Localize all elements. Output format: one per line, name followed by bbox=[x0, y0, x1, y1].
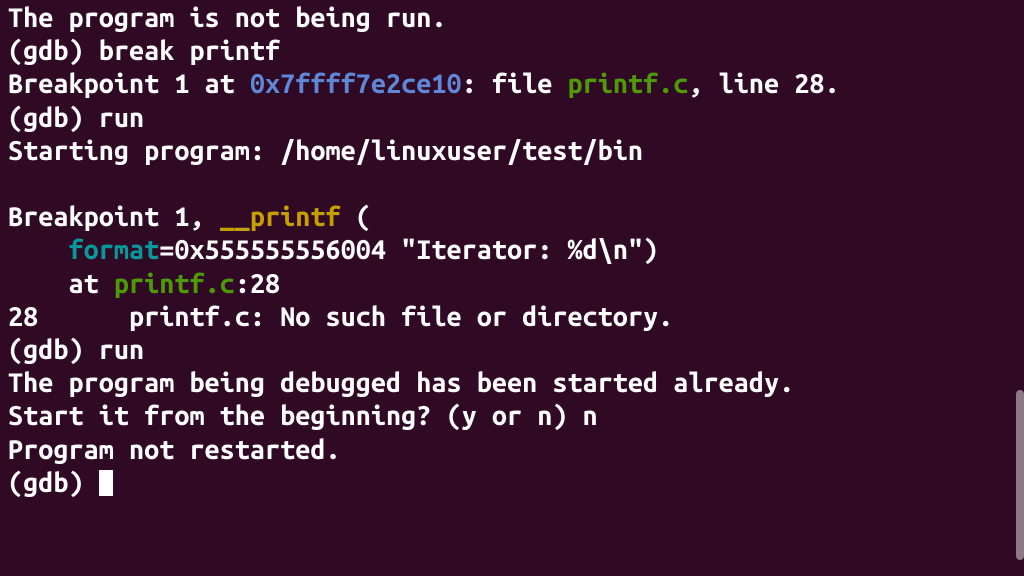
indent bbox=[8, 235, 68, 265]
cmd-run-2: (gdb) run bbox=[8, 334, 1016, 367]
filename: printf.c bbox=[567, 69, 688, 99]
address: 0x7ffff7e2ce10 bbox=[250, 69, 462, 99]
output-starting-program: Starting program: /home/linuxuser/test/b… bbox=[8, 135, 1016, 168]
output-arg-format: format=0x555555556004 "Iterator: %d\n") bbox=[8, 234, 1016, 267]
cursor-icon bbox=[99, 470, 113, 496]
text: Breakpoint 1 at bbox=[8, 69, 250, 99]
param-value: =0x555555556004 "Iterator: %d\n") bbox=[159, 235, 658, 265]
indent: at bbox=[8, 269, 114, 299]
filename: printf.c bbox=[114, 269, 235, 299]
scrollbar[interactable] bbox=[1016, 390, 1024, 560]
cmd-run-1: (gdb) run bbox=[8, 102, 1016, 135]
text: ( bbox=[341, 202, 371, 232]
command-text: run bbox=[99, 103, 144, 133]
output-no-such-file: 28 printf.c: No such file or directory. bbox=[8, 301, 1016, 334]
prompt: (gdb) bbox=[8, 335, 99, 365]
prompt-restart-confirm: Start it from the beginning? (y or n) n bbox=[8, 400, 1016, 433]
prompt-current[interactable]: (gdb) bbox=[8, 467, 1016, 500]
output-already-started: The program being debugged has been star… bbox=[8, 367, 1016, 400]
output-not-running: The program is not being run. bbox=[8, 2, 1016, 35]
text: , line 28. bbox=[688, 69, 839, 99]
output-at-location: at printf.c:28 bbox=[8, 268, 1016, 301]
command-text: break printf bbox=[99, 36, 280, 66]
param-name: format bbox=[68, 235, 159, 265]
cmd-break-printf: (gdb) break printf bbox=[8, 35, 1016, 68]
text: : file bbox=[462, 69, 568, 99]
blank-line bbox=[8, 168, 1016, 201]
output-breakpoint-hit: Breakpoint 1, __printf ( bbox=[8, 201, 1016, 234]
text: Breakpoint 1, bbox=[8, 202, 220, 232]
output-not-restarted: Program not restarted. bbox=[8, 434, 1016, 467]
command-text: run bbox=[99, 335, 144, 365]
output-breakpoint-set: Breakpoint 1 at 0x7ffff7e2ce10: file pri… bbox=[8, 68, 1016, 101]
prompt: (gdb) bbox=[8, 468, 99, 498]
prompt: (gdb) bbox=[8, 103, 99, 133]
line-number: :28 bbox=[235, 269, 280, 299]
prompt: (gdb) bbox=[8, 36, 99, 66]
function-name: __printf bbox=[220, 202, 341, 232]
